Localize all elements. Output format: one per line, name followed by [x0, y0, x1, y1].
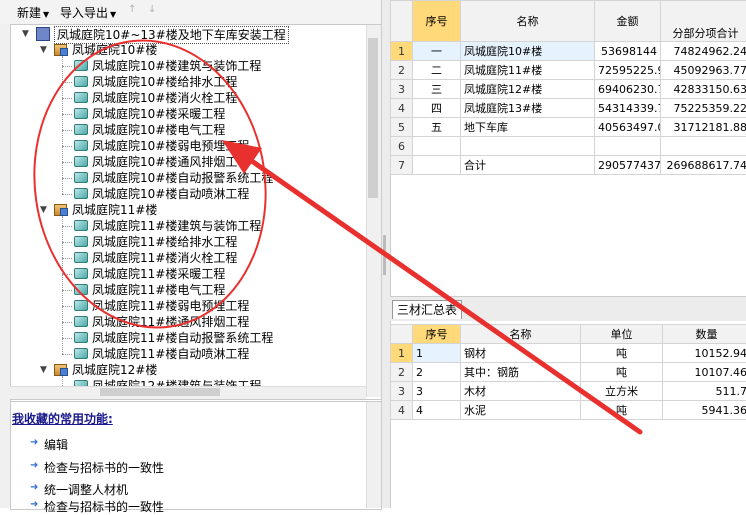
annotation-arrow-shaft [236, 150, 640, 432]
annotation-ellipse [16, 25, 284, 342]
annotation-arrow-head [222, 140, 262, 174]
annotation-overlay [0, 0, 746, 508]
